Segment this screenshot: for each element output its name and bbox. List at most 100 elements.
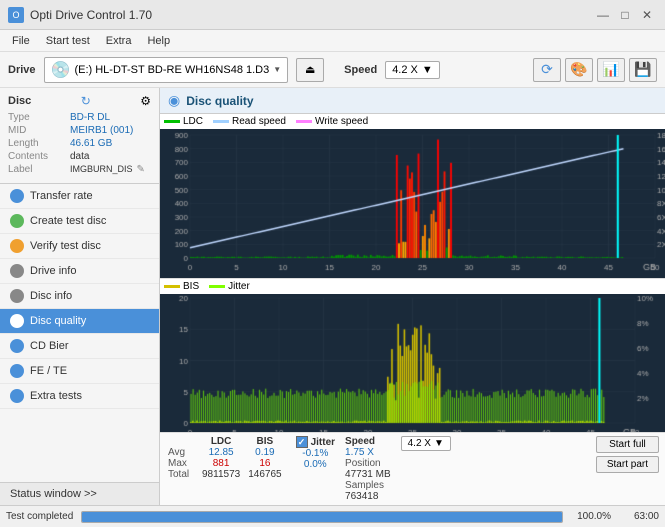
drive-selector[interactable]: 💿 (E:) HL-DT-ST BD-RE WH16NS48 1.D3 ▼ bbox=[44, 57, 289, 83]
fe-te-icon bbox=[10, 364, 24, 378]
drive-dropdown-arrow: ▼ bbox=[273, 65, 281, 74]
chart-button[interactable]: 📊 bbox=[597, 58, 625, 82]
disc-refresh-icon[interactable]: ↻ bbox=[81, 94, 91, 108]
speed-selector[interactable]: 4.2 X ▼ bbox=[385, 61, 440, 79]
disc-quality-icon bbox=[10, 314, 24, 328]
drive-info-icon bbox=[10, 264, 24, 278]
ldc-color bbox=[164, 120, 180, 123]
disc-mid-row: MID MEIRB1 (001) bbox=[8, 125, 151, 136]
write-speed-color bbox=[296, 120, 312, 123]
start-part-button[interactable]: Start part bbox=[596, 456, 659, 473]
lower-legend: BIS Jitter bbox=[160, 279, 665, 294]
read-speed-label: Read speed bbox=[232, 116, 286, 127]
write-speed-label: Write speed bbox=[315, 116, 368, 127]
refresh-button[interactable]: ⟳ bbox=[533, 58, 561, 82]
upper-legend: LDC Read speed Write speed bbox=[160, 114, 665, 129]
avg-ldc: 12.85 bbox=[198, 447, 244, 458]
maximize-button[interactable]: □ bbox=[615, 5, 635, 25]
disc-mid-label: MID bbox=[8, 125, 66, 136]
status-window-button[interactable]: Status window >> bbox=[0, 482, 159, 505]
disc-label-icon: ✎ bbox=[137, 164, 145, 175]
avg-label: Avg bbox=[166, 447, 198, 458]
disc-label-value: IMGBURN_DIS bbox=[70, 164, 133, 175]
disc-label-field: Label bbox=[8, 164, 66, 175]
bis-color bbox=[164, 285, 180, 288]
disc-settings-icon[interactable]: ⚙ bbox=[140, 94, 151, 108]
jitter-section: Jitter -0.1% 0.0% bbox=[296, 436, 335, 470]
content-header-icon: ◉ bbox=[168, 92, 180, 109]
progress-pct: 100.0% bbox=[571, 511, 611, 522]
start-buttons: Start full Start part bbox=[596, 436, 659, 473]
sidebar-item-fe-te[interactable]: FE / TE bbox=[0, 359, 159, 384]
read-speed-color bbox=[213, 120, 229, 123]
menu-extra[interactable]: Extra bbox=[98, 33, 140, 49]
color-icon: 🎨 bbox=[570, 61, 587, 78]
content-header: ◉ Disc quality bbox=[160, 88, 665, 114]
max-ldc: 881 bbox=[198, 458, 244, 469]
disc-length-value: 46.61 GB bbox=[70, 138, 112, 149]
color-button[interactable]: 🎨 bbox=[565, 58, 593, 82]
disc-type-row: Type BD-R DL bbox=[8, 112, 151, 123]
max-label: Max bbox=[166, 458, 198, 469]
save-button[interactable]: 💾 bbox=[629, 58, 657, 82]
sidebar-item-disc-quality[interactable]: Disc quality bbox=[0, 309, 159, 334]
status-window-label: Status window >> bbox=[10, 488, 97, 500]
speed-display-arrow: ▼ bbox=[434, 438, 444, 449]
minimize-button[interactable]: — bbox=[593, 5, 613, 25]
close-button[interactable]: ✕ bbox=[637, 5, 657, 25]
eject-icon: ⏏ bbox=[305, 63, 315, 76]
stats-avg-row: Avg 12.85 0.19 bbox=[166, 447, 286, 458]
disc-label: Disc bbox=[8, 95, 31, 107]
progress-bar bbox=[81, 511, 563, 523]
ldc-label: LDC bbox=[183, 116, 203, 127]
samples-val: 763418 bbox=[345, 491, 391, 502]
total-bis: 146765 bbox=[244, 469, 285, 480]
sidebar-item-extra-tests[interactable]: Extra tests bbox=[0, 384, 159, 409]
cd-bier-icon bbox=[10, 339, 24, 353]
extra-tests-label: Extra tests bbox=[30, 390, 82, 402]
drive-text: (E:) HL-DT-ST BD-RE WH16NS48 1.D3 bbox=[74, 64, 269, 76]
sidebar: Disc ↻ ⚙ Type BD-R DL MID MEIRB1 (001) L… bbox=[0, 88, 160, 505]
read-speed-legend: Read speed bbox=[213, 116, 286, 127]
save-icon: 💾 bbox=[634, 61, 651, 78]
speed-header: Speed bbox=[345, 436, 391, 447]
create-test-disc-icon bbox=[10, 214, 24, 228]
title-bar-left: O Opti Drive Control 1.70 bbox=[8, 7, 152, 23]
jitter-max: 0.0% bbox=[296, 459, 335, 470]
start-full-button[interactable]: Start full bbox=[596, 436, 659, 453]
jitter-checkbox[interactable] bbox=[296, 436, 308, 448]
drive-bar: Drive 💿 (E:) HL-DT-ST BD-RE WH16NS48 1.D… bbox=[0, 52, 665, 88]
menu-start-test[interactable]: Start test bbox=[38, 33, 98, 49]
sidebar-item-cd-bier[interactable]: CD Bier bbox=[0, 334, 159, 359]
menu-file[interactable]: File bbox=[4, 33, 38, 49]
sidebar-item-verify-test-disc[interactable]: Verify test disc bbox=[0, 234, 159, 259]
jitter-avg: -0.1% bbox=[296, 448, 335, 459]
window-controls: — □ ✕ bbox=[593, 5, 657, 25]
write-speed-legend: Write speed bbox=[296, 116, 368, 127]
sidebar-item-drive-info[interactable]: Drive info bbox=[0, 259, 159, 284]
lower-chart: BIS Jitter bbox=[160, 279, 665, 432]
disc-info-panel: Disc ↻ ⚙ Type BD-R DL MID MEIRB1 (001) L… bbox=[0, 88, 159, 184]
disc-info-icon bbox=[10, 289, 24, 303]
position-label: Position bbox=[345, 458, 391, 469]
extra-tests-icon bbox=[10, 389, 24, 403]
sidebar-item-disc-info[interactable]: Disc info bbox=[0, 284, 159, 309]
stats-total-row: Total 9811573 146765 bbox=[166, 469, 286, 480]
status-time: 63:00 bbox=[619, 511, 659, 522]
refresh-icon: ⟳ bbox=[541, 61, 553, 78]
speed-position-section: Speed 1.75 X Position 47731 MB Samples 7… bbox=[345, 436, 391, 502]
sidebar-item-create-test-disc[interactable]: Create test disc bbox=[0, 209, 159, 234]
sidebar-nav: Transfer rate Create test disc Verify te… bbox=[0, 184, 159, 482]
toolbar-icons: ⟳ 🎨 📊 💾 bbox=[533, 58, 657, 82]
main-content: Disc ↻ ⚙ Type BD-R DL MID MEIRB1 (001) L… bbox=[0, 88, 665, 505]
disc-contents-row: Contents data bbox=[8, 151, 151, 162]
stats-header-bis: BIS bbox=[244, 436, 285, 447]
sidebar-item-transfer-rate[interactable]: Transfer rate bbox=[0, 184, 159, 209]
disc-label-row: Label IMGBURN_DIS ✎ bbox=[8, 164, 151, 175]
avg-bis: 0.19 bbox=[244, 447, 285, 458]
eject-button[interactable]: ⏏ bbox=[296, 58, 324, 82]
jitter-check-row[interactable]: Jitter bbox=[296, 436, 335, 448]
speed-arrow: ▼ bbox=[422, 64, 433, 76]
speed-display-selector[interactable]: 4.2 X ▼ bbox=[401, 436, 451, 451]
menu-help[interactable]: Help bbox=[139, 33, 178, 49]
